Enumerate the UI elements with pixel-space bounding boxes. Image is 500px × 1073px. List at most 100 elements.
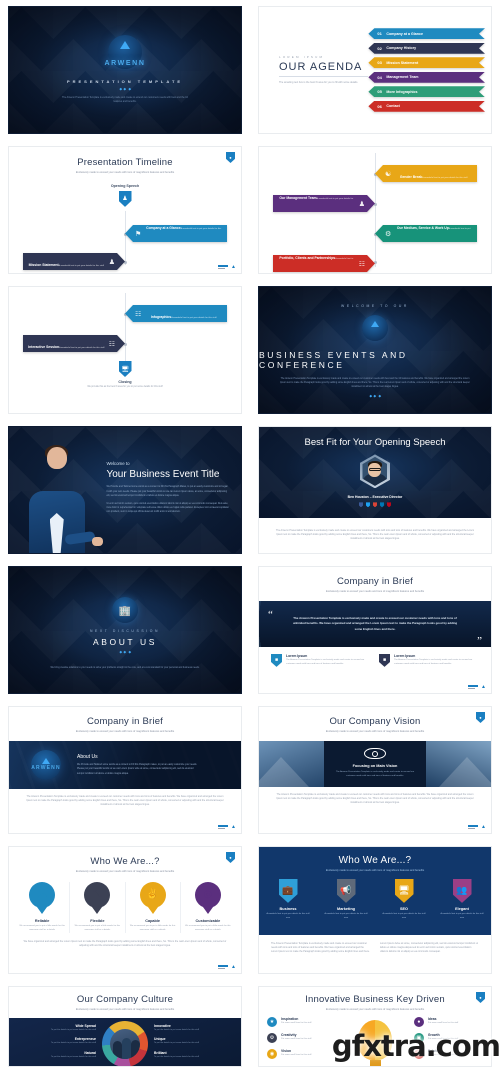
timeline-item-gender-break[interactable]: ☯ Gender BreakA wonderful text to put yo… xyxy=(375,165,478,182)
who-light-item[interactable]: ◎ Customizable We recommend you to put a l… xyxy=(181,881,235,933)
facebook-icon[interactable] xyxy=(358,502,363,508)
key-driven-items-left: ★ Inspiration Put some small lines for thi… xyxy=(267,1016,336,1065)
who-item-desc: A wonderful text to put your details for… xyxy=(266,912,310,919)
timeline-item-title: Our Management Team xyxy=(279,195,317,200)
who-item-desc: A wonderful text to put your details for… xyxy=(324,912,368,919)
slide-about-us: 🏢 NEXT DISCUSSION ABOUT US We bring crea… xyxy=(8,566,242,694)
slide-cell-timeline-1[interactable]: ● Presentation Timeline Exclusively made… xyxy=(0,140,250,280)
agenda-item[interactable]: 05 More Infographics xyxy=(368,86,485,97)
culture-item-label: Innovative xyxy=(154,1023,171,1028)
who-item-desc: A wonderful text to put your details for… xyxy=(382,912,426,919)
page-subtitle: Exclusively made to exceed your needs wi… xyxy=(325,730,425,733)
slide-cell-timeline-3[interactable]: ☷ InfographicsA wonderful text to put yo… xyxy=(0,280,250,420)
hands-icon: ✌ xyxy=(139,881,166,914)
agenda-kicker: LOREM IPSUM xyxy=(279,54,325,59)
culture-item-label: Entrepreneur xyxy=(74,1037,96,1042)
key-driven-item[interactable]: ● Ideas Put some small lines for this stuf… xyxy=(413,1016,483,1027)
agenda-description: The amazing text box is the best fit are… xyxy=(279,80,359,84)
brief-card-list: ■ Lorem Ipsum The Arwenn Presentation Temp… xyxy=(259,647,491,667)
timeline-node-title: Opening Speech xyxy=(110,183,140,188)
page-title: Our Company Culture xyxy=(76,994,174,1005)
slide-cell-who-light[interactable]: ● Who We Are...? Exclusively made to exc… xyxy=(0,840,250,980)
who-dark-item[interactable]: 💼 Business A wonderful text to put your de… xyxy=(266,878,310,921)
google-plus-icon[interactable] xyxy=(372,502,377,508)
agenda-title: OUR AGENDA xyxy=(279,60,363,73)
users-icon: ♟ xyxy=(358,200,365,208)
brand-logo-wordmark: ARWENN xyxy=(31,765,61,772)
social-icons[interactable] xyxy=(358,502,391,508)
culture-item: Entrepreneur To put the details to put so… xyxy=(25,1037,96,1046)
who-light-item[interactable]: ☁ Reliable We recommend you to put a littl… xyxy=(15,881,71,933)
slide-cell-opening-speech[interactable]: Best Fit for Your Opening Speech Ben Hou… xyxy=(250,420,500,560)
slide-cell-vision[interactable]: ● Our Company Vision Exclusively made to… xyxy=(250,700,500,840)
page-title: Company in Brief xyxy=(336,576,414,587)
twitter-icon[interactable] xyxy=(365,502,370,508)
agenda-item-number: 06 xyxy=(377,103,382,109)
page-title: Company in Brief xyxy=(86,716,164,727)
timeline-item-portfolio[interactable]: Portfolio, Clients and PartnershipsA won… xyxy=(273,255,375,272)
brief-card: ■ Lorem Ipsum The Arwenn Presentation Temp… xyxy=(379,653,479,667)
timeline-item-infographics[interactable]: ☷ InfographicsA wonderful text to put yo… xyxy=(125,305,228,322)
slide-cell-event-title[interactable]: Welcome to Your Business Event Title We … xyxy=(0,420,250,560)
timeline-item-management-team[interactable]: Our Management TeamA wonderful text to p… xyxy=(273,195,375,212)
brand-logo-wordmark: ARWENN xyxy=(104,60,146,68)
slide-cell-cover[interactable]: ARWENN PRESENTATION TEMPLATE The Arwenn … xyxy=(0,0,250,140)
timeline-item-desc: A wonderful text to put your details for… xyxy=(312,197,354,218)
slide-cell-timeline-2[interactable]: ☯ Gender BreakA wonderful text to put yo… xyxy=(250,140,500,280)
slide-cell-brief-quote[interactable]: Company in Brief Exclusively made to exc… xyxy=(250,560,500,700)
agenda-item[interactable]: 01 Company at a Glance xyxy=(368,28,485,39)
diamond-dots-icon xyxy=(119,650,131,653)
infographic-icon: ☷ xyxy=(135,310,142,318)
who-light-item[interactable]: ⤡ Flexible We recommend you to put a littl… xyxy=(70,881,126,933)
key-driven-item[interactable]: ⚙ Creativity Put some small lines for this… xyxy=(267,1032,336,1043)
brand-logo-circle xyxy=(362,314,388,341)
vision-band-body: The Arwenn Presentation Template is excl… xyxy=(335,771,415,778)
opening-speech-title: Best Fit for Your Opening Speech xyxy=(304,437,446,449)
slide-cell-culture[interactable]: Our Company Culture Exclusively made to … xyxy=(0,980,250,1073)
yin-yang-icon: ☯ xyxy=(385,170,392,178)
diamond-dots-icon xyxy=(369,394,381,397)
timeline-item-left[interactable]: Mission StatementA wonderful text to put… xyxy=(23,253,125,270)
brand-logo-circle: ARWENN xyxy=(31,749,61,780)
slide-timeline-2: ☯ Gender BreakA wonderful text to put yo… xyxy=(258,146,492,274)
speaker-name: Ben Houston – Executive Director xyxy=(347,495,403,500)
agenda-item[interactable]: 04 Management Team xyxy=(368,72,485,83)
who-dark-item[interactable]: 📢 Marketing A wonderful text to put your d… xyxy=(324,878,368,921)
about-kicker: NEXT DISCUSSION xyxy=(89,628,161,633)
key-driven-item[interactable]: ◉ Vision Put some small lines for this stu… xyxy=(267,1048,336,1059)
about-title: ABOUT US xyxy=(92,636,158,647)
agenda-item[interactable]: 02 Company History xyxy=(368,43,485,54)
shield-icon: ■ xyxy=(379,653,390,667)
culture-item: Innovative To put the details to put some… xyxy=(154,1024,225,1033)
monitor-icon: 🖥 xyxy=(394,878,414,903)
timeline-item-desc: A wonderful text to put your details for… xyxy=(422,176,468,179)
watermark: gfxtra.com xyxy=(331,1029,500,1063)
eye-icon xyxy=(364,748,386,760)
key-driven-item[interactable]: ★ Inspiration Put some small lines for thi… xyxy=(267,1016,336,1027)
slide-cell-about-us[interactable]: 🏢 NEXT DISCUSSION ABOUT US We bring crea… xyxy=(0,560,250,700)
slide-cell-who-dark[interactable]: Who We Are...? Exclusively made to excee… xyxy=(250,840,500,980)
linkedin-icon[interactable] xyxy=(379,502,384,508)
pinterest-icon[interactable] xyxy=(386,502,391,508)
slide-event-title: Welcome to Your Business Event Title We … xyxy=(8,426,242,554)
slide-cell-welcome[interactable]: WELCOME TO OUR BUSINESS EVENTS AND CONFE… xyxy=(250,280,500,420)
eye-icon: ◉ xyxy=(267,1048,277,1059)
timeline-item-interactive[interactable]: Interactive SessionA wonderful text to p… xyxy=(23,335,125,352)
gear-icon: ⚙ xyxy=(267,1032,277,1043)
timeline-item-right[interactable]: ⚑ Company at a GlanceA wonderful text to… xyxy=(125,225,228,242)
timeline-item-service[interactable]: ⚙ Our Medium, Service & Work UpA wonderf… xyxy=(375,225,478,242)
team-photo xyxy=(110,1028,140,1059)
culture-items-right: Innovative To put the details to put some… xyxy=(148,1024,225,1065)
slide-cell-agenda[interactable]: LOREM IPSUM OUR AGENDA The amazing text … xyxy=(250,0,500,140)
who-light-item[interactable]: ✌ Capable We recommend you to put a little… xyxy=(126,881,181,933)
agenda-item-label: Company at a Glance xyxy=(386,31,423,36)
agenda-item[interactable]: 03 Mission Statement xyxy=(368,57,485,68)
brief-card-desc: The Arwenn Presentation Template is excl… xyxy=(394,659,473,666)
who-dark-item[interactable]: 👥 Elegant A wonderful text to put your det… xyxy=(440,878,484,921)
agenda-item[interactable]: 06 Contact xyxy=(368,101,485,112)
slide-cell-brief-about[interactable]: Company in Brief Exclusively made to exc… xyxy=(0,700,250,840)
agenda-item-label: Mission Statement xyxy=(386,60,419,65)
closing-shield-icon: 🖥 xyxy=(118,361,132,377)
who-item-desc: We recommend you to put a little words f… xyxy=(185,924,231,931)
who-dark-item[interactable]: 🖥 SEO A wonderful text to put your details… xyxy=(382,878,426,921)
